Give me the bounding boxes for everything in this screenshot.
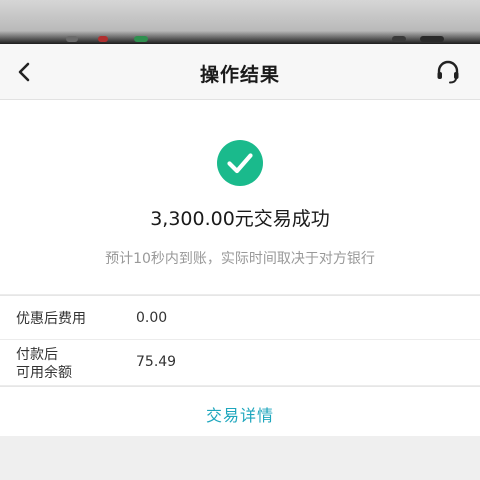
result-note: 预计10秒内到账，实际时间取决于对方银行 (105, 251, 375, 267)
info-list: 优惠后费用 0.00 付款后 可用余额 75.49 (0, 295, 480, 385)
info-value: 0.00 (136, 310, 168, 326)
info-label: 优惠后费用 (16, 311, 86, 327)
info-row-fee: 优惠后费用 0.00 (0, 296, 480, 340)
status-indicator (98, 36, 108, 42)
result-amount: 3,300.00元交易成功 (150, 208, 330, 230)
result-card: 3,300.00元交易成功 预计10秒内到账，实际时间取决于对方银行 (0, 100, 480, 294)
status-indicator (134, 36, 148, 42)
check-circle-icon (217, 140, 263, 186)
bottom-area (0, 436, 480, 480)
customer-service-button[interactable] (430, 54, 466, 90)
status-bar (0, 0, 480, 44)
nav-bar: 操作结果 (0, 44, 480, 100)
info-value: 75.49 (136, 354, 177, 370)
status-indicator (392, 36, 406, 42)
details-row: 交易详情 (0, 386, 480, 436)
customer-service-icon (437, 60, 459, 84)
info-row-balance: 付款后 可用余额 75.49 (0, 340, 480, 386)
status-indicator (420, 36, 444, 42)
status-indicator (66, 36, 78, 42)
transaction-details-link[interactable]: 交易详情 (0, 402, 480, 426)
info-label: 付款后 可用余额 (16, 347, 72, 381)
page-title: 操作结果 (199, 64, 280, 86)
